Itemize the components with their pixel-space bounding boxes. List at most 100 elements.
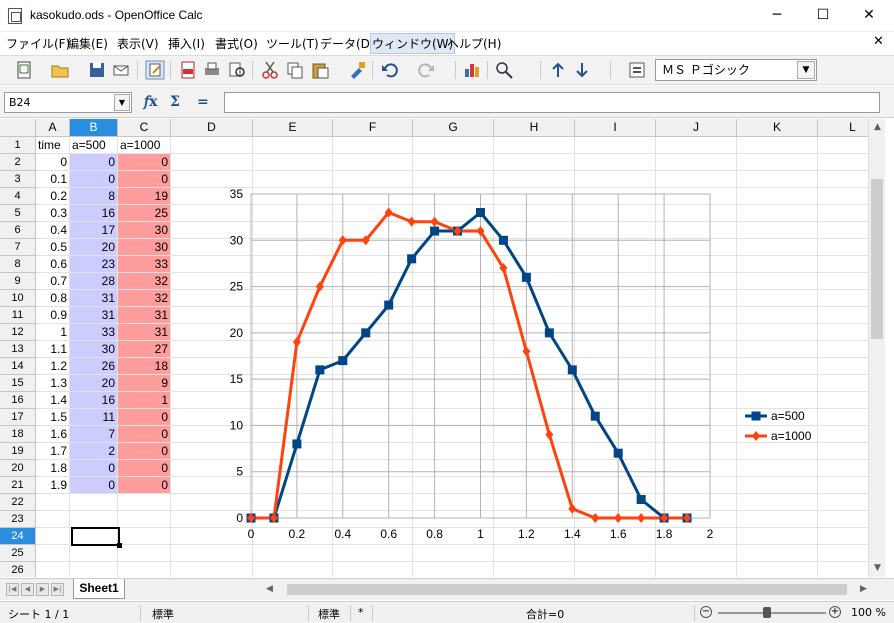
column-header[interactable]: E xyxy=(253,119,333,137)
zoom-slider-knob[interactable] xyxy=(763,607,771,618)
open-folder-icon[interactable] xyxy=(50,60,70,80)
table-cell[interactable]: 0.1 xyxy=(36,171,69,187)
row-header[interactable]: 16 xyxy=(0,392,36,409)
table-cell[interactable]: 16 xyxy=(70,205,117,221)
table-cell[interactable]: 9 xyxy=(118,375,170,391)
sum-icon[interactable]: Σ xyxy=(170,94,180,110)
table-cell[interactable]: 31 xyxy=(118,307,170,323)
table-cell[interactable]: 0.3 xyxy=(36,205,69,221)
row-header[interactable]: 19 xyxy=(0,443,36,460)
table-cell[interactable]: 1.3 xyxy=(36,375,69,391)
table-header-cell[interactable]: a=500 xyxy=(70,137,117,154)
font-name-select[interactable]: ＭＳ Ｐゴシック ▼ xyxy=(655,59,817,81)
sort-ascending-icon[interactable] xyxy=(548,60,568,80)
table-header-cell[interactable]: time xyxy=(36,137,69,154)
column-header[interactable]: C xyxy=(118,119,171,137)
table-cell[interactable]: 31 xyxy=(118,324,170,340)
row-header[interactable]: 26 xyxy=(0,562,36,577)
horizontal-scrollbar[interactable]: ◀ ▶ xyxy=(266,582,867,597)
next-sheet-icon[interactable]: ▶ xyxy=(36,583,49,596)
table-cell[interactable]: 0 xyxy=(118,409,170,425)
table-cell[interactable]: 0 xyxy=(118,154,170,170)
table-cell[interactable]: 0 xyxy=(70,171,117,187)
name-box[interactable]: B24 ▼ xyxy=(4,92,132,113)
table-cell[interactable]: 20 xyxy=(70,375,117,391)
table-cell[interactable]: 26 xyxy=(70,358,117,374)
menu-view[interactable]: 表示(V) xyxy=(117,35,159,52)
table-cell[interactable]: 25 xyxy=(118,205,170,221)
new-document-icon[interactable] xyxy=(14,60,34,80)
table-cell[interactable]: 11 xyxy=(70,409,117,425)
undo-icon[interactable] xyxy=(380,60,400,80)
find-icon[interactable] xyxy=(494,60,514,80)
chevron-down-icon[interactable]: ▼ xyxy=(114,94,130,111)
table-cell[interactable]: 2 xyxy=(70,443,117,459)
line-chart[interactable]: 0 5 10 15 20 25 30 35 0 0.2 0.4 0.6 0.8 1 1.2 1.4 1.6 1.8… xyxy=(200,169,868,564)
row-header[interactable]: 17 xyxy=(0,409,36,426)
row-header[interactable]: 10 xyxy=(0,290,36,307)
close-button[interactable]: ✕ xyxy=(846,0,892,30)
equals-icon[interactable]: = xyxy=(197,94,209,110)
horizontal-scroll-thumb[interactable] xyxy=(287,584,847,595)
row-header[interactable]: 3 xyxy=(0,171,36,188)
redo-icon[interactable] xyxy=(416,60,436,80)
row-header[interactable]: 14 xyxy=(0,358,36,375)
column-header[interactable]: L xyxy=(818,119,868,137)
table-cell[interactable]: 31 xyxy=(70,290,117,306)
column-header[interactable]: G xyxy=(413,119,494,137)
table-cell[interactable]: 0.4 xyxy=(36,222,69,238)
table-cell[interactable]: 0 xyxy=(70,460,117,476)
table-cell[interactable]: 30 xyxy=(118,239,170,255)
first-sheet-icon[interactable]: |◀ xyxy=(6,583,19,596)
tab-sheet1[interactable]: Sheet1 xyxy=(73,579,125,599)
table-cell[interactable]: 1 xyxy=(118,392,170,408)
table-cell[interactable]: 1.8 xyxy=(36,460,69,476)
row-header[interactable]: 25 xyxy=(0,545,36,562)
menu-help[interactable]: ヘルプ(H) xyxy=(447,35,501,52)
table-cell[interactable]: 1.2 xyxy=(36,358,69,374)
column-header[interactable]: I xyxy=(575,119,656,137)
navigator-icon[interactable] xyxy=(627,60,647,80)
column-header[interactable]: K xyxy=(737,119,818,137)
table-cell[interactable]: 1.4 xyxy=(36,392,69,408)
column-header[interactable]: B xyxy=(70,119,118,137)
menu-window[interactable]: ウィンドウ(W) xyxy=(370,33,456,54)
row-header[interactable]: 1 xyxy=(0,137,36,154)
print-preview-icon[interactable] xyxy=(227,60,247,80)
select-all-corner[interactable] xyxy=(0,119,36,137)
menu-data[interactable]: データ(D) xyxy=(320,35,375,52)
table-cell[interactable]: 0.5 xyxy=(36,239,69,255)
table-cell[interactable]: 1.7 xyxy=(36,443,69,459)
table-cell[interactable]: 0.8 xyxy=(36,290,69,306)
row-header[interactable]: 15 xyxy=(0,375,36,392)
table-cell[interactable]: 0.9 xyxy=(36,307,69,323)
table-cell[interactable]: 17 xyxy=(70,222,117,238)
minimize-button[interactable]: ─ xyxy=(754,0,800,30)
row-header[interactable]: 18 xyxy=(0,426,36,443)
row-header[interactable]: 6 xyxy=(0,222,36,239)
print-icon[interactable] xyxy=(202,60,222,80)
zoom-slider[interactable] xyxy=(718,612,826,614)
row-header[interactable]: 7 xyxy=(0,239,36,256)
scroll-left-icon[interactable]: ◀ xyxy=(261,581,278,598)
row-header[interactable]: 13 xyxy=(0,341,36,358)
status-zoom[interactable]: 100 % xyxy=(851,606,886,619)
status-page-style[interactable]: 標準 xyxy=(152,606,174,622)
formula-input[interactable] xyxy=(224,92,880,113)
cut-icon[interactable] xyxy=(260,60,280,80)
function-wizard-icon[interactable]: 𝑓x xyxy=(144,94,158,110)
row-header[interactable]: 24 xyxy=(0,528,36,545)
row-header[interactable]: 4 xyxy=(0,188,36,205)
table-cell[interactable]: 0 xyxy=(118,171,170,187)
table-cell[interactable]: 1.6 xyxy=(36,426,69,442)
row-header[interactable]: 9 xyxy=(0,273,36,290)
table-cell[interactable]: 0 xyxy=(118,426,170,442)
table-cell[interactable]: 0.7 xyxy=(36,273,69,289)
table-cell[interactable]: 0 xyxy=(118,443,170,459)
clone-formatting-icon[interactable] xyxy=(347,60,367,80)
document-close-button[interactable]: ✕ xyxy=(873,34,884,49)
table-cell[interactable]: 33 xyxy=(70,324,117,340)
column-header[interactable]: A xyxy=(36,119,70,137)
table-cell[interactable]: 30 xyxy=(118,222,170,238)
menu-edit[interactable]: 編集(E) xyxy=(67,35,108,52)
